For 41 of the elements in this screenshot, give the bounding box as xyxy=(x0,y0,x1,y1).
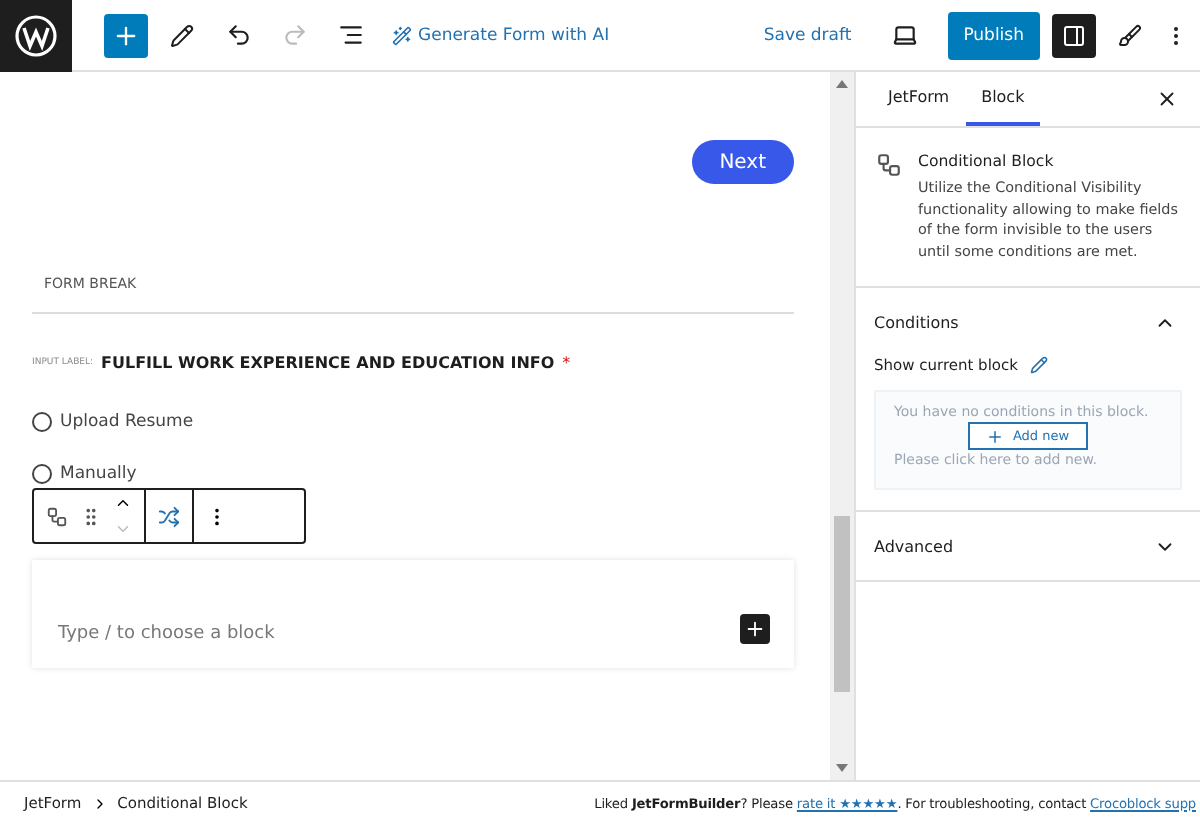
edit-icon[interactable] xyxy=(1029,356,1048,374)
panel-title: Advanced xyxy=(874,537,954,555)
block-placeholder: Type / to choose a block xyxy=(58,624,275,644)
settings-button[interactable] xyxy=(1052,13,1096,57)
conditional-block-icon xyxy=(876,152,902,178)
list-icon xyxy=(337,22,363,48)
save-draft-button[interactable]: Save draft xyxy=(751,13,864,57)
magic-wand-icon xyxy=(392,25,412,45)
brush-icon xyxy=(1118,23,1142,47)
pencil-icon xyxy=(170,23,194,47)
scroll-up-arrow-icon[interactable] xyxy=(836,80,848,88)
publish-button[interactable]: Publish xyxy=(947,11,1040,59)
next-button[interactable]: Next xyxy=(691,140,794,184)
panel-title: Conditions xyxy=(874,313,959,331)
insert-block-button[interactable] xyxy=(740,614,770,644)
sidebar-tab[interactable]: JetForm xyxy=(872,72,966,126)
shuffle-icon[interactable] xyxy=(158,505,180,527)
option-label: Upload Resume xyxy=(60,412,194,432)
sidebar-tab[interactable]: Block xyxy=(965,72,1041,126)
option-label: Manually xyxy=(60,464,137,484)
scrollbar-thumb[interactable] xyxy=(834,516,850,692)
redo-icon xyxy=(281,22,307,48)
drag-handle-icon[interactable] xyxy=(80,505,102,527)
block-input-field[interactable]: Type / to choose a block xyxy=(32,560,794,668)
conditional-block-icon[interactable] xyxy=(46,505,68,527)
move-up-icon[interactable] xyxy=(114,494,132,512)
add-block-button[interactable] xyxy=(104,13,148,57)
laptop-icon xyxy=(892,22,919,48)
close-icon xyxy=(1155,88,1177,110)
generate-form-ai-button[interactable]: Generate Form with AI xyxy=(380,13,622,57)
wordpress-logo[interactable] xyxy=(0,0,72,71)
radio-button[interactable] xyxy=(32,464,52,484)
plus-icon xyxy=(112,21,140,49)
undo-icon xyxy=(225,22,251,48)
plus-icon xyxy=(986,427,1005,445)
scroll-down-arrow-icon[interactable] xyxy=(836,764,848,772)
required-mark: * xyxy=(562,354,571,372)
radio-button[interactable] xyxy=(32,412,52,432)
sidebar-panel-icon xyxy=(1062,23,1086,47)
field-label: FULFILL WORK EXPERIENCE AND EDUCATION INFO xyxy=(101,354,555,372)
plus-icon xyxy=(744,618,766,640)
